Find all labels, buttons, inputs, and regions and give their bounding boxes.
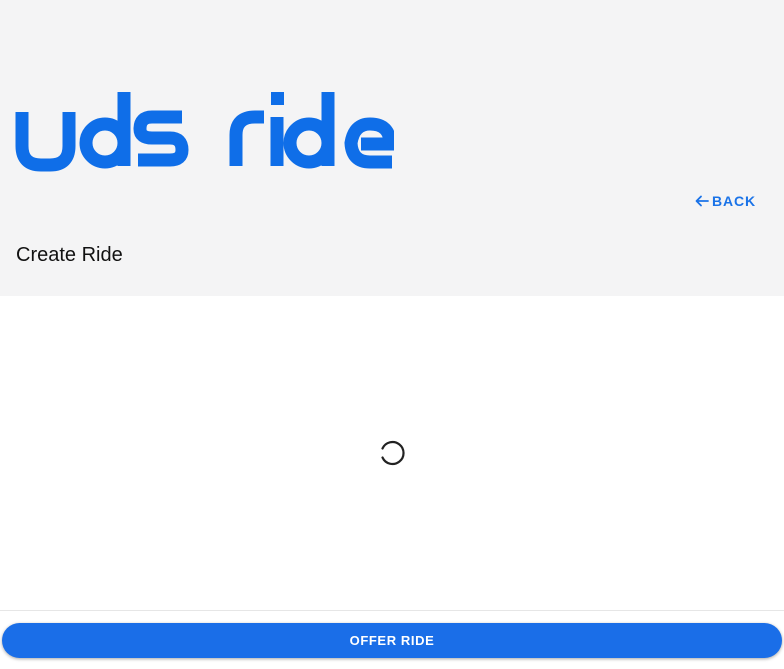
back-button[interactable]: BACK <box>694 190 756 212</box>
page-title: Create Ride <box>16 244 123 266</box>
back-label: BACK <box>711 193 756 209</box>
app-header: BACK Create Ride <box>0 0 784 296</box>
spinner-icon <box>381 440 405 466</box>
uds-ride-logo <box>15 92 394 172</box>
main-content <box>0 296 784 610</box>
arrow-left-icon <box>695 195 709 207</box>
offer-ride-button[interactable]: OFFER RIDE <box>2 623 782 658</box>
footer-bar: OFFER RIDE <box>0 610 784 669</box>
